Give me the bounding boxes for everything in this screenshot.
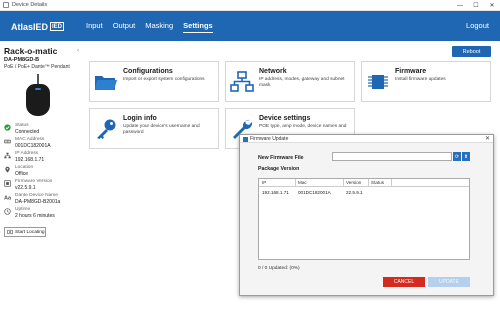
info-status: Status Connected	[4, 123, 80, 137]
column-ip[interactable]: IP	[262, 180, 266, 185]
device-name: Rack-o-matic	[4, 46, 58, 56]
start-locating-label: Start Locating	[15, 229, 45, 235]
firmware-update-dialog: Firmware Update ✕ New Firmware File ⟳ ⬆ …	[239, 134, 494, 296]
update-progress-text: 0 / 0 Updated: (0%)	[258, 266, 300, 271]
logo-text: AtlasIED	[11, 21, 49, 32]
tab-output[interactable]: Output	[113, 21, 136, 33]
card-description: Update your device's username and passwo…	[123, 124, 200, 135]
window-title: Device Details	[12, 2, 48, 8]
new-firmware-file-input[interactable]	[332, 152, 452, 161]
column-mac[interactable]: Mac	[298, 180, 307, 185]
cell-version: 22.5.9.1	[346, 190, 363, 195]
ip-value: 192.168.1.71	[15, 157, 45, 163]
ip-address-icon	[4, 152, 11, 159]
info-mac: MAC Address 001DC182001A	[4, 137, 80, 151]
location-pin-icon	[5, 166, 10, 173]
card-title: Login info	[123, 115, 157, 122]
app-icon	[3, 2, 9, 8]
tab-masking[interactable]: Masking	[145, 21, 173, 33]
mac-label: MAC Address	[15, 137, 45, 142]
info-dante-name: Aa Dante Device Name DA-PM8GD-B2001a	[4, 193, 80, 207]
device-sidebar: Rack-o-matic DA-PM8GD-B PoE / PoE+ Dante…	[0, 41, 82, 311]
dante-name-label: Dante Device Name	[15, 193, 58, 198]
status-check-icon	[4, 124, 11, 131]
dialog-close-icon[interactable]: ✕	[485, 135, 490, 142]
cancel-button[interactable]: CANCEL	[383, 277, 425, 287]
folder-icon	[95, 76, 117, 90]
maximize-icon[interactable]: ☐	[468, 0, 484, 11]
device-model: DA-PM8GD-B	[4, 57, 40, 63]
mac-value: 001DC182001A	[15, 143, 51, 149]
card-network[interactable]: Network IP address, modes, gateway and s…	[225, 61, 355, 102]
device-description: PoE / PoE+ Dante™ Pendant	[4, 64, 70, 70]
network-icon	[230, 71, 254, 92]
card-title: Firmware	[395, 68, 427, 75]
column-version[interactable]: Version	[346, 180, 361, 185]
logo-mark: IED	[50, 22, 65, 31]
ip-label: IP Address	[15, 151, 39, 156]
uptime-value: 2 hours 6 minutes	[15, 213, 55, 219]
firmware-version-icon	[4, 180, 11, 187]
firmware-device-table: IP Mac Version Status 192.168.1.71 001DC…	[258, 178, 470, 260]
info-ip: IP Address 192.168.1.71	[4, 151, 80, 165]
mac-address-icon	[4, 139, 11, 144]
window-titlebar: Device Details — ☐ ✕	[0, 0, 500, 11]
card-configurations[interactable]: Configurations Import or export system c…	[89, 61, 219, 102]
pendant-speaker-image	[26, 74, 50, 118]
status-label: Status	[15, 123, 29, 128]
package-version-label: Package Version	[258, 166, 300, 172]
collapse-sidebar-icon[interactable]: ‹	[77, 48, 79, 54]
location-value: Office	[15, 171, 28, 177]
start-locating-button[interactable]: Start Locating	[4, 227, 46, 237]
location-label: Location	[15, 165, 34, 170]
top-nav: AtlasIED IED Input Output Masking Settin…	[0, 11, 500, 41]
table-row[interactable]: 192.168.1.71 001DC182001A 22.5.9.1	[259, 189, 469, 197]
card-title: Network	[259, 68, 287, 75]
tab-settings[interactable]: Settings	[183, 21, 213, 33]
refresh-icon: ⟳	[454, 153, 460, 160]
card-login-info[interactable]: Login info Update your device's username…	[89, 108, 219, 149]
card-description: Import or export system configurations	[123, 77, 205, 82]
cell-ip: 192.168.1.71	[262, 190, 289, 195]
firmware-chip-icon	[368, 75, 388, 89]
firmware-label: Firmware Version	[15, 179, 53, 184]
firmware-value: v22.5.9.1	[15, 185, 36, 191]
column-status[interactable]: Status	[371, 180, 384, 185]
tab-input[interactable]: Input	[86, 21, 103, 33]
card-description: IP address, modes, gateway and subnet ma…	[259, 77, 345, 88]
table-header: IP Mac Version Status	[259, 179, 469, 187]
locate-icon	[7, 229, 13, 235]
card-firmware[interactable]: Firmware Install firmware updates	[361, 61, 491, 102]
upload-icon: ⬆	[463, 153, 469, 160]
dialog-titlebar: Firmware Update ✕	[240, 135, 493, 143]
close-icon[interactable]: ✕	[484, 0, 500, 11]
dialog-app-icon	[243, 136, 248, 142]
atlasied-logo: AtlasIED IED	[11, 21, 65, 32]
upload-file-button[interactable]: ⬆	[462, 152, 470, 161]
key-icon	[97, 119, 116, 139]
window-controls: — ☐ ✕	[452, 0, 500, 11]
dialog-title: Firmware Update	[250, 136, 289, 142]
info-location: Location Office	[4, 165, 80, 179]
cell-mac: 001DC182001A	[298, 190, 331, 195]
card-title: Device settings	[259, 115, 311, 122]
browse-file-button[interactable]: ⟳	[453, 152, 461, 161]
info-uptime: Uptime 2 hours 6 minutes	[4, 207, 80, 221]
status-value: Connected	[15, 129, 40, 135]
nav-tabs: Input Output Masking Settings	[86, 21, 213, 33]
info-firmware: Firmware Version v22.5.9.1	[4, 179, 80, 193]
svg-text:Aa: Aa	[4, 196, 11, 201]
logout-link[interactable]: Logout	[466, 21, 489, 30]
card-title: Configurations	[123, 68, 173, 75]
card-description: POE type, amp mode, device names and	[259, 124, 347, 129]
uptime-label: Uptime	[15, 207, 31, 212]
minimize-icon[interactable]: —	[452, 0, 468, 11]
new-firmware-file-label: New Firmware File	[258, 155, 304, 161]
dante-name-icon: Aa	[4, 196, 11, 201]
dante-name-value: DA-PM8GD-B2001a	[15, 199, 61, 205]
update-button[interactable]: UPDATE	[428, 277, 470, 287]
card-description: Install firmware updates	[395, 77, 446, 82]
uptime-clock-icon	[4, 208, 11, 215]
reboot-button[interactable]: Reboot	[452, 46, 491, 57]
